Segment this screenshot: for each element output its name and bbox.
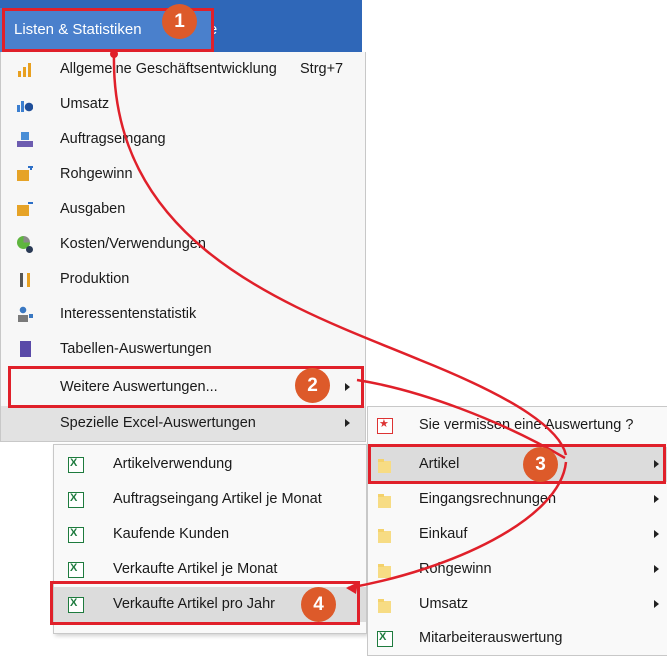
step-badge-3: 3 [523, 447, 558, 482]
step-badge-1: 1 [162, 4, 197, 39]
highlight-box-3 [368, 444, 666, 484]
callout-connector-lines [110, 50, 568, 594]
step-badge-2: 2 [295, 368, 330, 403]
step-badge-4: 4 [301, 587, 336, 622]
